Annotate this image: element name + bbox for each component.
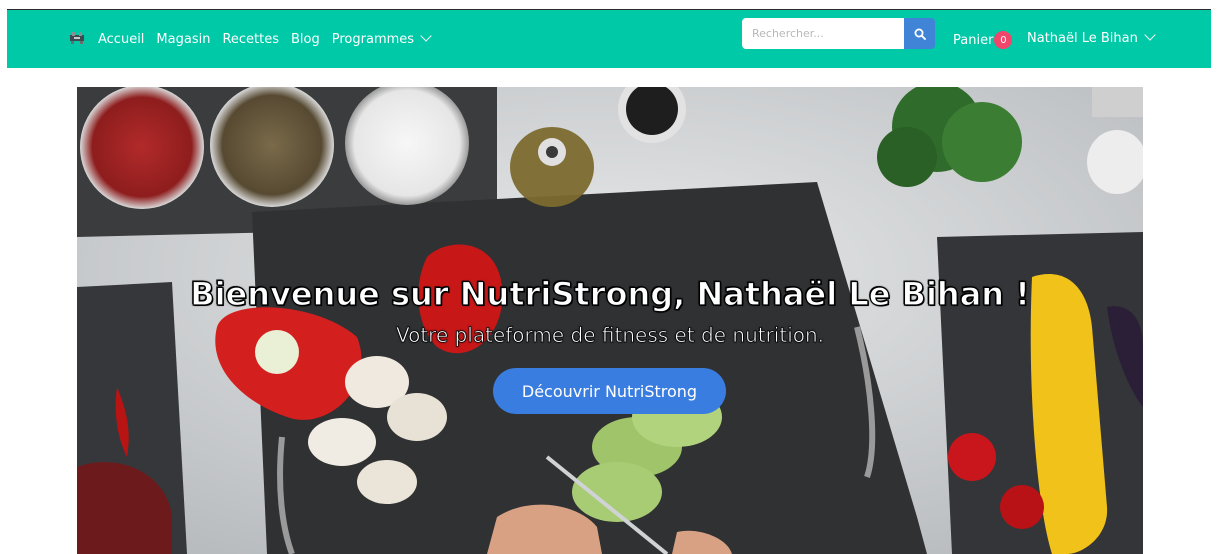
- search-input[interactable]: [742, 18, 904, 49]
- hero-title: Bienvenue sur NutriStrong, Nathaël Le Bi…: [190, 274, 1031, 313]
- nav-link-magasin[interactable]: Magasin: [156, 32, 220, 47]
- nav-dropdown-programmes[interactable]: Programmes: [331, 29, 440, 47]
- hero-banner: Bienvenue sur NutriStrong, Nathaël Le Bi…: [77, 87, 1143, 554]
- nav-link-accueil[interactable]: Accueil: [98, 32, 154, 47]
- hero-subtitle: Votre plateforme de fitness et de nutrit…: [395, 323, 825, 348]
- cart-link[interactable]: Panier 0: [953, 31, 1013, 49]
- main-menu: Accueil Magasin Recettes Blog Programmes: [98, 10, 440, 68]
- nav-link-recettes[interactable]: Recettes: [222, 32, 289, 47]
- cart-count-badge: 0: [994, 31, 1013, 49]
- hero-background-image: [77, 87, 1143, 554]
- nav-link-programmes-label: Programmes: [331, 31, 415, 47]
- search-form: [742, 18, 935, 49]
- navbar: Accueil Magasin Recettes Blog Programmes…: [7, 10, 1211, 68]
- search-icon: [914, 28, 926, 40]
- user-name: Nathaël Le Bihan: [1027, 31, 1138, 46]
- nutristrong-logo-icon[interactable]: [69, 29, 85, 45]
- chevron-down-icon: [420, 29, 432, 42]
- search-button[interactable]: [904, 18, 935, 49]
- user-menu[interactable]: Nathaël Le Bihan: [1027, 29, 1156, 46]
- nav-link-blog[interactable]: Blog: [291, 32, 330, 47]
- discover-button[interactable]: Découvrir NutriStrong: [493, 368, 726, 414]
- cart-label: Panier: [953, 32, 994, 48]
- chevron-down-icon: [1144, 29, 1156, 41]
